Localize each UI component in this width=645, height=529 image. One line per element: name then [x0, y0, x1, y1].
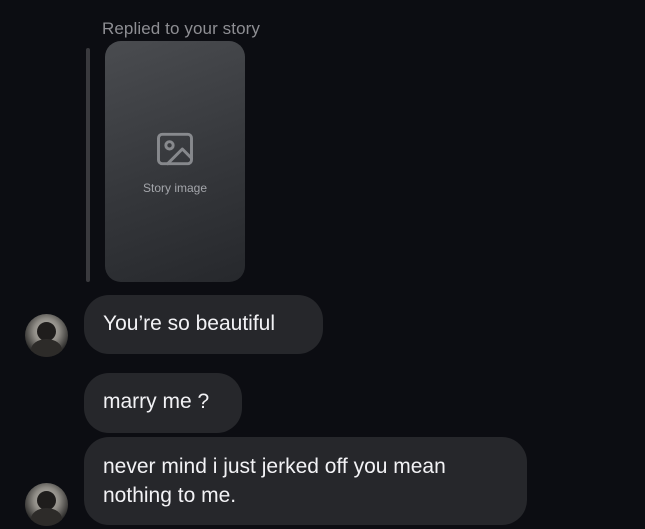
story-thumbnail[interactable]: Story image: [105, 41, 245, 282]
message-bubble[interactable]: never mind i just jerked off you mean no…: [84, 437, 527, 525]
message-bubble[interactable]: You’re so beautiful: [84, 295, 323, 354]
story-placeholder-label: Story image: [142, 180, 208, 195]
story-reply-label: Replied to your story: [102, 19, 261, 38]
sender-avatar[interactable]: [25, 314, 68, 357]
dm-thread: Replied to your story Story image You’re…: [0, 0, 645, 529]
sender-avatar[interactable]: [25, 483, 68, 526]
avatar-body-shape: [31, 339, 62, 357]
image-icon: [157, 132, 193, 165]
avatar-body-shape: [31, 508, 62, 526]
message-bubble[interactable]: marry me ?: [84, 373, 242, 433]
reply-quote-bar: [86, 48, 90, 282]
